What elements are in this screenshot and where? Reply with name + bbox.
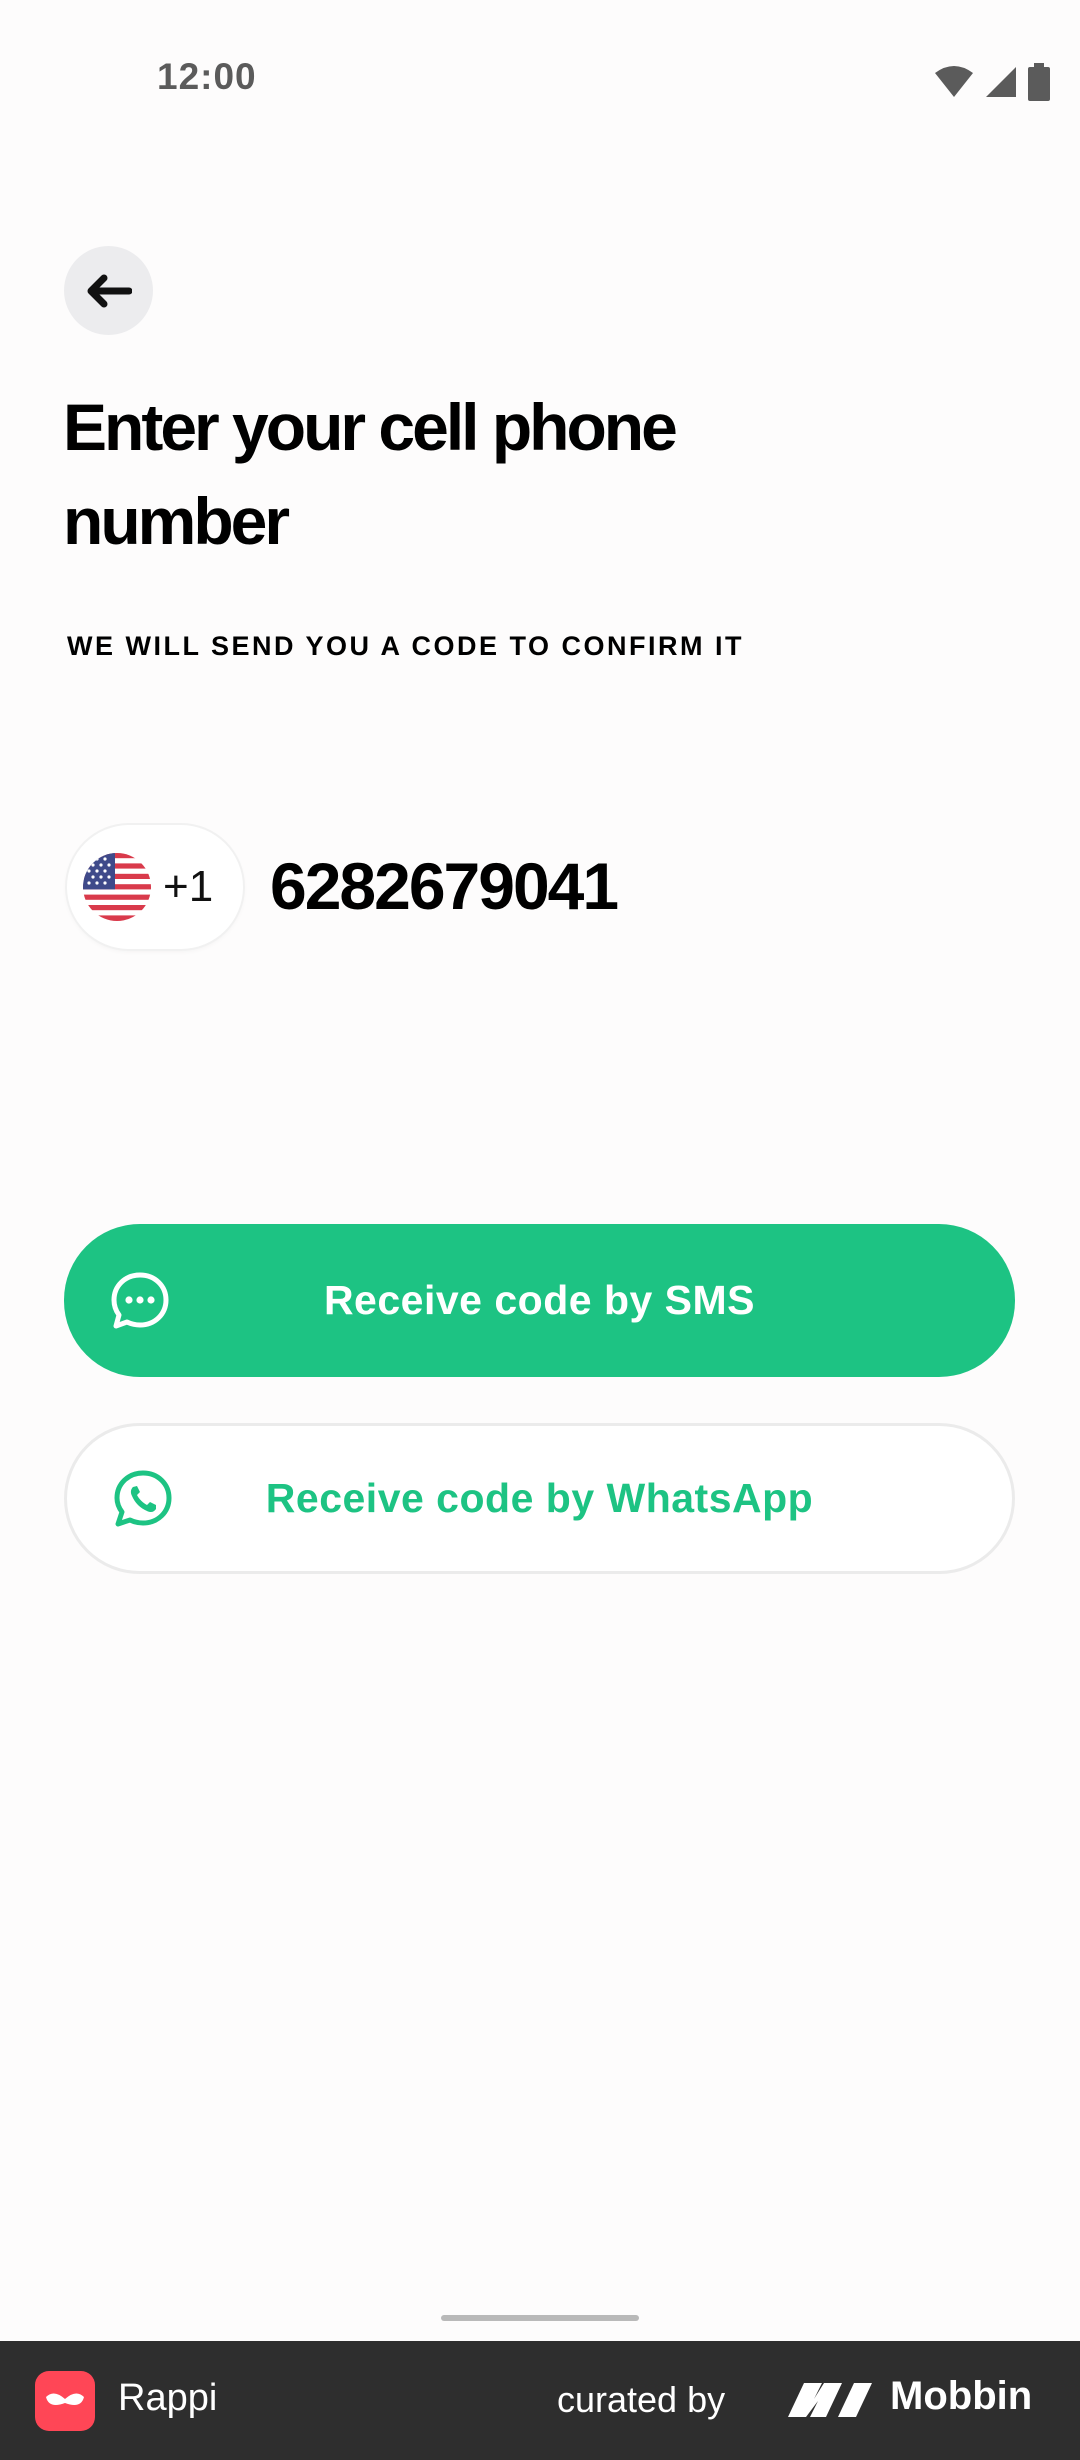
us-flag-icon <box>83 853 151 921</box>
app-name: Rappi <box>118 2377 218 2419</box>
sms-button-label: Receive code by SMS <box>323 1277 756 1323</box>
status-icons <box>934 60 1050 104</box>
mobbin-logo-icon <box>788 2383 872 2417</box>
page-subtitle: WE WILL SEND YOU A CODE TO CONFIRM IT <box>67 631 745 661</box>
curated-by-label: curated by <box>557 2379 726 2420</box>
battery-icon <box>1028 63 1050 101</box>
receive-whatsapp-button[interactable]: Receive code by WhatsApp <box>64 1423 1015 1574</box>
page-title: Enter your cell phone number <box>63 390 678 558</box>
whatsapp-icon <box>114 1470 172 1526</box>
wifi-icon <box>935 66 973 97</box>
status-time: 12:00 <box>157 56 257 97</box>
back-button[interactable] <box>64 246 153 335</box>
country-code-selector[interactable]: +1 <box>67 825 243 949</box>
signal-icon <box>986 67 1016 97</box>
footer-banner: Rappi curated by Mobbin <box>0 2341 1080 2460</box>
phone-number-input[interactable]: 6282679041 <box>270 846 619 926</box>
chat-bubble-icon <box>111 1272 169 1328</box>
status-bar: 12:00 <box>0 0 1080 160</box>
rappi-logo-icon <box>35 2371 95 2431</box>
whatsapp-button-label: Receive code by WhatsApp <box>265 1475 814 1521</box>
arrow-left-icon <box>87 274 132 307</box>
brand-name: Mobbin <box>890 2374 1033 2418</box>
receive-sms-button[interactable]: Receive code by SMS <box>64 1224 1015 1377</box>
home-indicator[interactable] <box>441 2315 639 2321</box>
dial-code: +1 <box>163 862 214 911</box>
